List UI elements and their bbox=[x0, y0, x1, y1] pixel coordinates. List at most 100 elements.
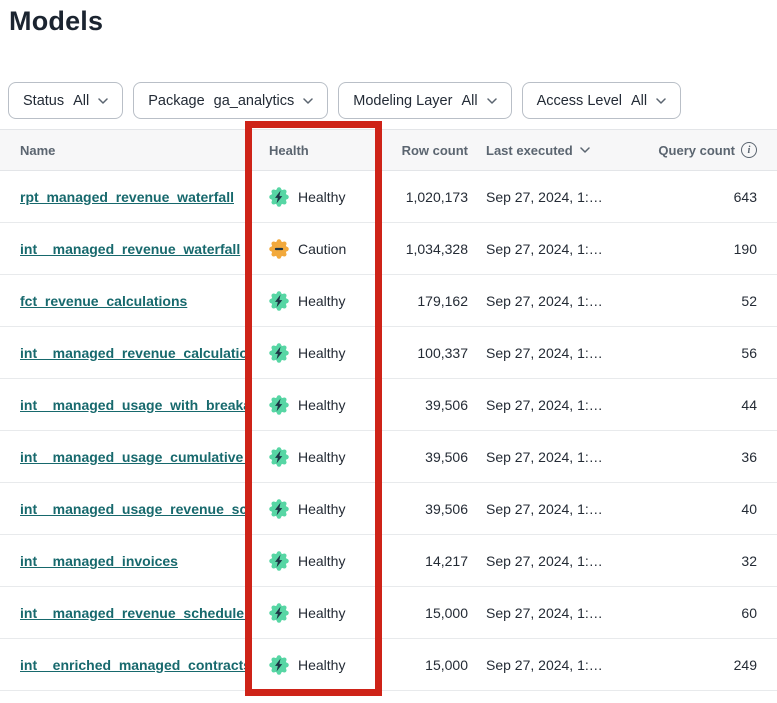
row-count-value: 100,337 bbox=[384, 345, 468, 361]
query-count-value: 190 bbox=[608, 241, 777, 257]
health-label: Healthy bbox=[298, 345, 345, 361]
dash-icon bbox=[275, 247, 283, 249]
health-badge bbox=[269, 187, 289, 207]
health-status-icon bbox=[269, 499, 289, 519]
query-count-value: 643 bbox=[608, 189, 777, 205]
row-count-value: 15,000 bbox=[384, 657, 468, 673]
chevron-down-icon bbox=[98, 98, 108, 104]
health-badge bbox=[269, 447, 289, 467]
row-count-value: 39,506 bbox=[384, 501, 468, 517]
last-executed-value: Sep 27, 2024, 1:… bbox=[468, 397, 608, 413]
table-row: int__managed_revenue_calculations bbox=[0, 327, 777, 379]
health-label: Caution bbox=[298, 241, 346, 257]
header-query-count-label: Query count bbox=[658, 143, 735, 158]
health-badge bbox=[269, 395, 289, 415]
health-status-icon bbox=[269, 395, 289, 415]
filter-dropdown[interactable]: Access Level All bbox=[522, 82, 682, 119]
health-status-icon bbox=[269, 655, 289, 675]
model-name-link[interactable]: int__managed_invoices bbox=[20, 553, 178, 569]
query-count-value: 52 bbox=[608, 293, 777, 309]
filter-dropdown[interactable]: Status All bbox=[8, 82, 123, 119]
health-label: Healthy bbox=[298, 397, 345, 413]
last-executed-value: Sep 27, 2024, 1:… bbox=[468, 553, 608, 569]
model-name-link[interactable]: int__managed_usage_cumulative_… bbox=[20, 449, 246, 465]
model-name-link[interactable]: int__managed_revenue_calculations bbox=[20, 345, 246, 361]
row-count-value: 1,034,328 bbox=[384, 241, 468, 257]
health-badge bbox=[269, 239, 289, 259]
row-count-value: 15,000 bbox=[384, 605, 468, 621]
health-status-icon bbox=[269, 551, 289, 571]
table-row: int__managed_invoices bbox=[0, 535, 777, 587]
row-count-value: 39,506 bbox=[384, 449, 468, 465]
query-count-value: 36 bbox=[608, 449, 777, 465]
health-label: Healthy bbox=[298, 501, 345, 517]
row-count-value: 14,217 bbox=[384, 553, 468, 569]
sort-chevron-down-icon bbox=[580, 147, 590, 153]
last-executed-value: Sep 27, 2024, 1:… bbox=[468, 449, 608, 465]
filter-label: Access Level bbox=[537, 93, 622, 109]
health-status-icon bbox=[269, 239, 289, 259]
header-query-count: Query count i bbox=[608, 142, 777, 158]
model-name-link[interactable]: int__enriched_managed_contracts bbox=[20, 657, 246, 673]
header-row-count: Row count bbox=[384, 143, 468, 158]
health-label: Healthy bbox=[298, 189, 345, 205]
row-count-value: 179,162 bbox=[384, 293, 468, 309]
info-icon[interactable]: i bbox=[741, 142, 757, 158]
query-count-value: 60 bbox=[608, 605, 777, 621]
last-executed-value: Sep 27, 2024, 1:… bbox=[468, 501, 608, 517]
filter-label: Status bbox=[23, 93, 64, 109]
filter-value: All bbox=[73, 93, 89, 109]
chevron-down-icon bbox=[656, 98, 666, 104]
table-row: int__managed_usage_revenue_sc… bbox=[0, 483, 777, 535]
health-label: Healthy bbox=[298, 657, 345, 673]
health-label: Healthy bbox=[298, 553, 345, 569]
health-badge bbox=[269, 603, 289, 623]
header-last-executed[interactable]: Last executed bbox=[468, 143, 608, 158]
filter-dropdown[interactable]: Modeling Layer All bbox=[338, 82, 511, 119]
chevron-down-icon bbox=[303, 98, 313, 104]
health-status-icon bbox=[269, 187, 289, 207]
filter-dropdown[interactable]: Package ga_analytics bbox=[133, 82, 328, 119]
page-title: Models bbox=[9, 6, 103, 37]
query-count-value: 40 bbox=[608, 501, 777, 517]
health-label: Healthy bbox=[298, 449, 345, 465]
filter-label: Modeling Layer bbox=[353, 93, 452, 109]
query-count-value: 32 bbox=[608, 553, 777, 569]
model-name-link[interactable]: int__managed_usage_revenue_sc… bbox=[20, 501, 246, 517]
health-status-icon bbox=[269, 603, 289, 623]
last-executed-value: Sep 27, 2024, 1:… bbox=[468, 657, 608, 673]
header-name: Name bbox=[0, 143, 246, 158]
last-executed-value: Sep 27, 2024, 1:… bbox=[468, 241, 608, 257]
health-status-icon bbox=[269, 447, 289, 467]
filter-value: ga_analytics bbox=[214, 93, 295, 109]
row-count-value: 39,506 bbox=[384, 397, 468, 413]
table-header-row: Name Health Row count Last executed Quer… bbox=[0, 129, 777, 171]
table-row: int__enriched_managed_contracts bbox=[0, 639, 777, 691]
table-row: rpt_managed_revenue_waterfall bbox=[0, 171, 777, 223]
filter-label: Package bbox=[148, 93, 204, 109]
health-badge bbox=[269, 655, 289, 675]
model-name-link[interactable]: int__managed_revenue_waterfall bbox=[20, 241, 240, 257]
model-name-link[interactable]: fct_revenue_calculations bbox=[20, 293, 187, 309]
models-table: Name Health Row count Last executed Quer… bbox=[0, 129, 777, 691]
model-name-link[interactable]: int__managed_usage_with_breaka… bbox=[20, 397, 246, 413]
last-executed-value: Sep 27, 2024, 1:… bbox=[468, 189, 608, 205]
table-row: int__managed_usage_with_breaka… bbox=[0, 379, 777, 431]
query-count-value: 249 bbox=[608, 657, 777, 673]
query-count-value: 44 bbox=[608, 397, 777, 413]
filter-bar: Status All Package ga_analytics Modeling… bbox=[8, 82, 681, 119]
models-page: Models Status All Package ga_analytics M… bbox=[0, 0, 777, 703]
last-executed-value: Sep 27, 2024, 1:… bbox=[468, 345, 608, 361]
model-name-link[interactable]: rpt_managed_revenue_waterfall bbox=[20, 189, 234, 205]
chevron-down-icon bbox=[487, 98, 497, 104]
table-body: rpt_managed_revenue_waterfall bbox=[0, 171, 777, 691]
health-badge bbox=[269, 551, 289, 571]
header-health: Health bbox=[246, 143, 384, 158]
last-executed-value: Sep 27, 2024, 1:… bbox=[468, 293, 608, 309]
health-status-icon bbox=[269, 343, 289, 363]
health-badge bbox=[269, 499, 289, 519]
row-count-value: 1,020,173 bbox=[384, 189, 468, 205]
filter-value: All bbox=[461, 93, 477, 109]
table-row: int__managed_usage_cumulative_… bbox=[0, 431, 777, 483]
model-name-link[interactable]: int__managed_revenue_schedule_… bbox=[20, 605, 246, 621]
